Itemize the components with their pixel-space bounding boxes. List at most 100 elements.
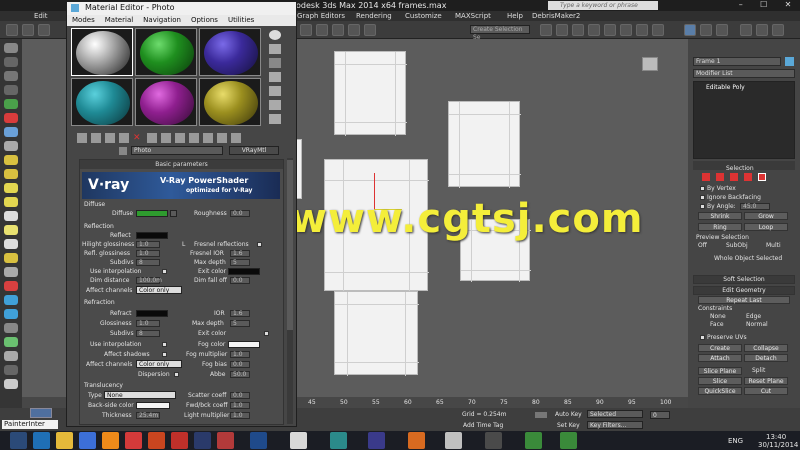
3dsmax-icon[interactable] — [330, 432, 347, 449]
quickslice-button[interactable]: QuickSlice — [698, 387, 742, 395]
clock-time[interactable]: 13:40 — [766, 433, 786, 441]
sample-type-icon[interactable] — [269, 30, 281, 40]
helper-icon[interactable] — [4, 267, 18, 277]
loop-button[interactable]: Loop — [744, 223, 788, 231]
viewport-thumb-icon[interactable] — [30, 408, 52, 418]
background-icon[interactable] — [269, 58, 281, 68]
menu-material[interactable]: Material — [100, 15, 138, 26]
spacewarp-icon[interactable] — [4, 281, 18, 291]
language-indicator[interactable]: ENG — [728, 437, 743, 445]
chrome-icon[interactable] — [368, 432, 385, 449]
material-name-field[interactable]: Photo — [131, 146, 223, 155]
render-frame-icon[interactable] — [684, 24, 696, 36]
maxscript-listener[interactable]: PainterInter — [2, 420, 58, 429]
illustrator-icon[interactable] — [194, 432, 211, 449]
nurbs-icon[interactable] — [4, 365, 18, 375]
slice-button[interactable]: Slice — [698, 377, 742, 385]
search-input[interactable]: Type a keyword or phrase — [548, 1, 658, 10]
scrollbar-thumb[interactable] — [287, 160, 293, 330]
light-multiplier-spinner[interactable]: 1.0 — [230, 412, 250, 419]
menu-edit[interactable]: Edit — [34, 11, 48, 21]
fwd-bck-coeff-spinner[interactable]: 1.0 — [230, 402, 250, 409]
delete-icon[interactable]: ✕ — [133, 133, 143, 143]
cylinder-icon[interactable] — [4, 127, 18, 137]
vlc-icon[interactable] — [79, 432, 96, 449]
geosphere-icon[interactable] — [4, 169, 18, 179]
object-name-field[interactable]: Frame 1 — [693, 57, 781, 66]
back-side-color-swatch[interactable] — [136, 402, 170, 409]
ring-button[interactable]: Ring — [698, 223, 742, 231]
sample-slot-2[interactable] — [135, 28, 197, 76]
stack-item[interactable]: Editable Poly — [696, 84, 792, 91]
soft-selection-rollout[interactable]: Soft Selection — [693, 275, 795, 284]
ignore-backfacing-checkbox[interactable] — [700, 195, 705, 200]
key-filters-button[interactable]: Key Filters... — [587, 421, 643, 429]
preview-subobj-radio[interactable]: SubObj — [726, 242, 748, 249]
max-depth-spinner[interactable]: 5 — [230, 259, 250, 266]
create-tab-icon[interactable] — [740, 24, 752, 36]
ior-spinner[interactable]: 1.6 — [230, 310, 250, 317]
affect-channels-dropdown[interactable]: Color only — [136, 286, 182, 294]
app-icon[interactable] — [485, 432, 502, 449]
graphite-icon[interactable] — [588, 24, 600, 36]
camera-icon[interactable] — [4, 253, 18, 263]
go-to-parent-icon[interactable] — [217, 133, 227, 143]
hierarchy-tab-icon[interactable] — [772, 24, 784, 36]
photoshop-icon[interactable] — [250, 432, 267, 449]
mudbox-icon[interactable] — [148, 432, 165, 449]
preview-multi-radio[interactable]: Multi — [766, 242, 781, 249]
attach-button[interactable]: Attach — [698, 354, 742, 362]
by-vertex-checkbox[interactable] — [700, 186, 705, 191]
put-to-library-icon[interactable] — [161, 133, 171, 143]
dispersion-checkbox[interactable] — [174, 372, 179, 377]
layers-icon[interactable] — [572, 24, 584, 36]
cinema4d-icon[interactable] — [445, 432, 462, 449]
options-icon[interactable] — [269, 114, 281, 124]
preserve-uvs-checkbox[interactable] — [700, 335, 705, 340]
abbe-spinner[interactable]: 50.0 — [230, 371, 250, 378]
clock-date[interactable]: 30/11/2014 — [758, 441, 798, 449]
acrobat-icon[interactable] — [171, 432, 188, 449]
material-editor-window[interactable]: Material Editor - Photo Modes Material N… — [66, 1, 297, 427]
refr-exit-color-checkbox[interactable] — [264, 331, 269, 336]
shapes-icon[interactable] — [4, 323, 18, 333]
collapse-button[interactable]: Collapse — [744, 344, 788, 352]
selection-set-dropdown[interactable]: Create Selection Se — [470, 25, 530, 41]
show-end-result-icon[interactable] — [203, 133, 213, 143]
menu-customize[interactable]: Customize — [405, 11, 442, 21]
edge-mode-icon[interactable] — [716, 173, 724, 181]
frame-field[interactable]: 0 — [650, 411, 670, 419]
move-icon[interactable] — [4, 57, 18, 67]
dynamics-icon[interactable] — [4, 379, 18, 389]
menu-utilities[interactable]: Utilities — [223, 15, 259, 26]
close-button[interactable]: ✕ — [785, 0, 792, 10]
edit-named-sel-icon[interactable] — [364, 24, 376, 36]
go-forward-icon[interactable] — [231, 133, 241, 143]
eyedropper-icon[interactable] — [119, 147, 127, 155]
torus-icon[interactable] — [4, 141, 18, 151]
slice-plane-button[interactable]: Slice Plane — [698, 367, 742, 375]
reset-material-icon[interactable] — [119, 133, 129, 143]
ie-icon[interactable] — [33, 432, 50, 449]
use-interpolation-checkbox[interactable] — [162, 269, 167, 274]
word-icon[interactable] — [125, 432, 142, 449]
angle-snap-icon[interactable] — [316, 24, 328, 36]
fog-multiplier-spinner[interactable]: 1.0 — [230, 351, 250, 358]
element-mode-icon[interactable] — [758, 173, 766, 181]
auto-key-label[interactable]: Auto Key — [555, 411, 582, 418]
compound-icon[interactable] — [4, 337, 18, 347]
picture-frame-2[interactable] — [448, 101, 521, 188]
constraint-face-radio[interactable]: Face — [710, 321, 724, 328]
cut-button[interactable]: Cut — [744, 387, 788, 395]
patch-icon[interactable] — [4, 351, 18, 361]
detach-button[interactable]: Detach — [744, 354, 788, 362]
sample-slot-3[interactable] — [199, 28, 261, 76]
diffuse-color-swatch[interactable] — [136, 210, 168, 217]
selection-rollout-title[interactable]: Selection — [726, 165, 754, 172]
preview-off-radio[interactable]: Off — [698, 242, 707, 249]
picture-frame-1[interactable] — [334, 51, 407, 136]
sample-slot-5[interactable] — [135, 78, 197, 126]
paint-icon[interactable] — [290, 432, 307, 449]
redo-icon[interactable] — [22, 24, 34, 36]
shrink-button[interactable]: Shrink — [698, 212, 742, 220]
